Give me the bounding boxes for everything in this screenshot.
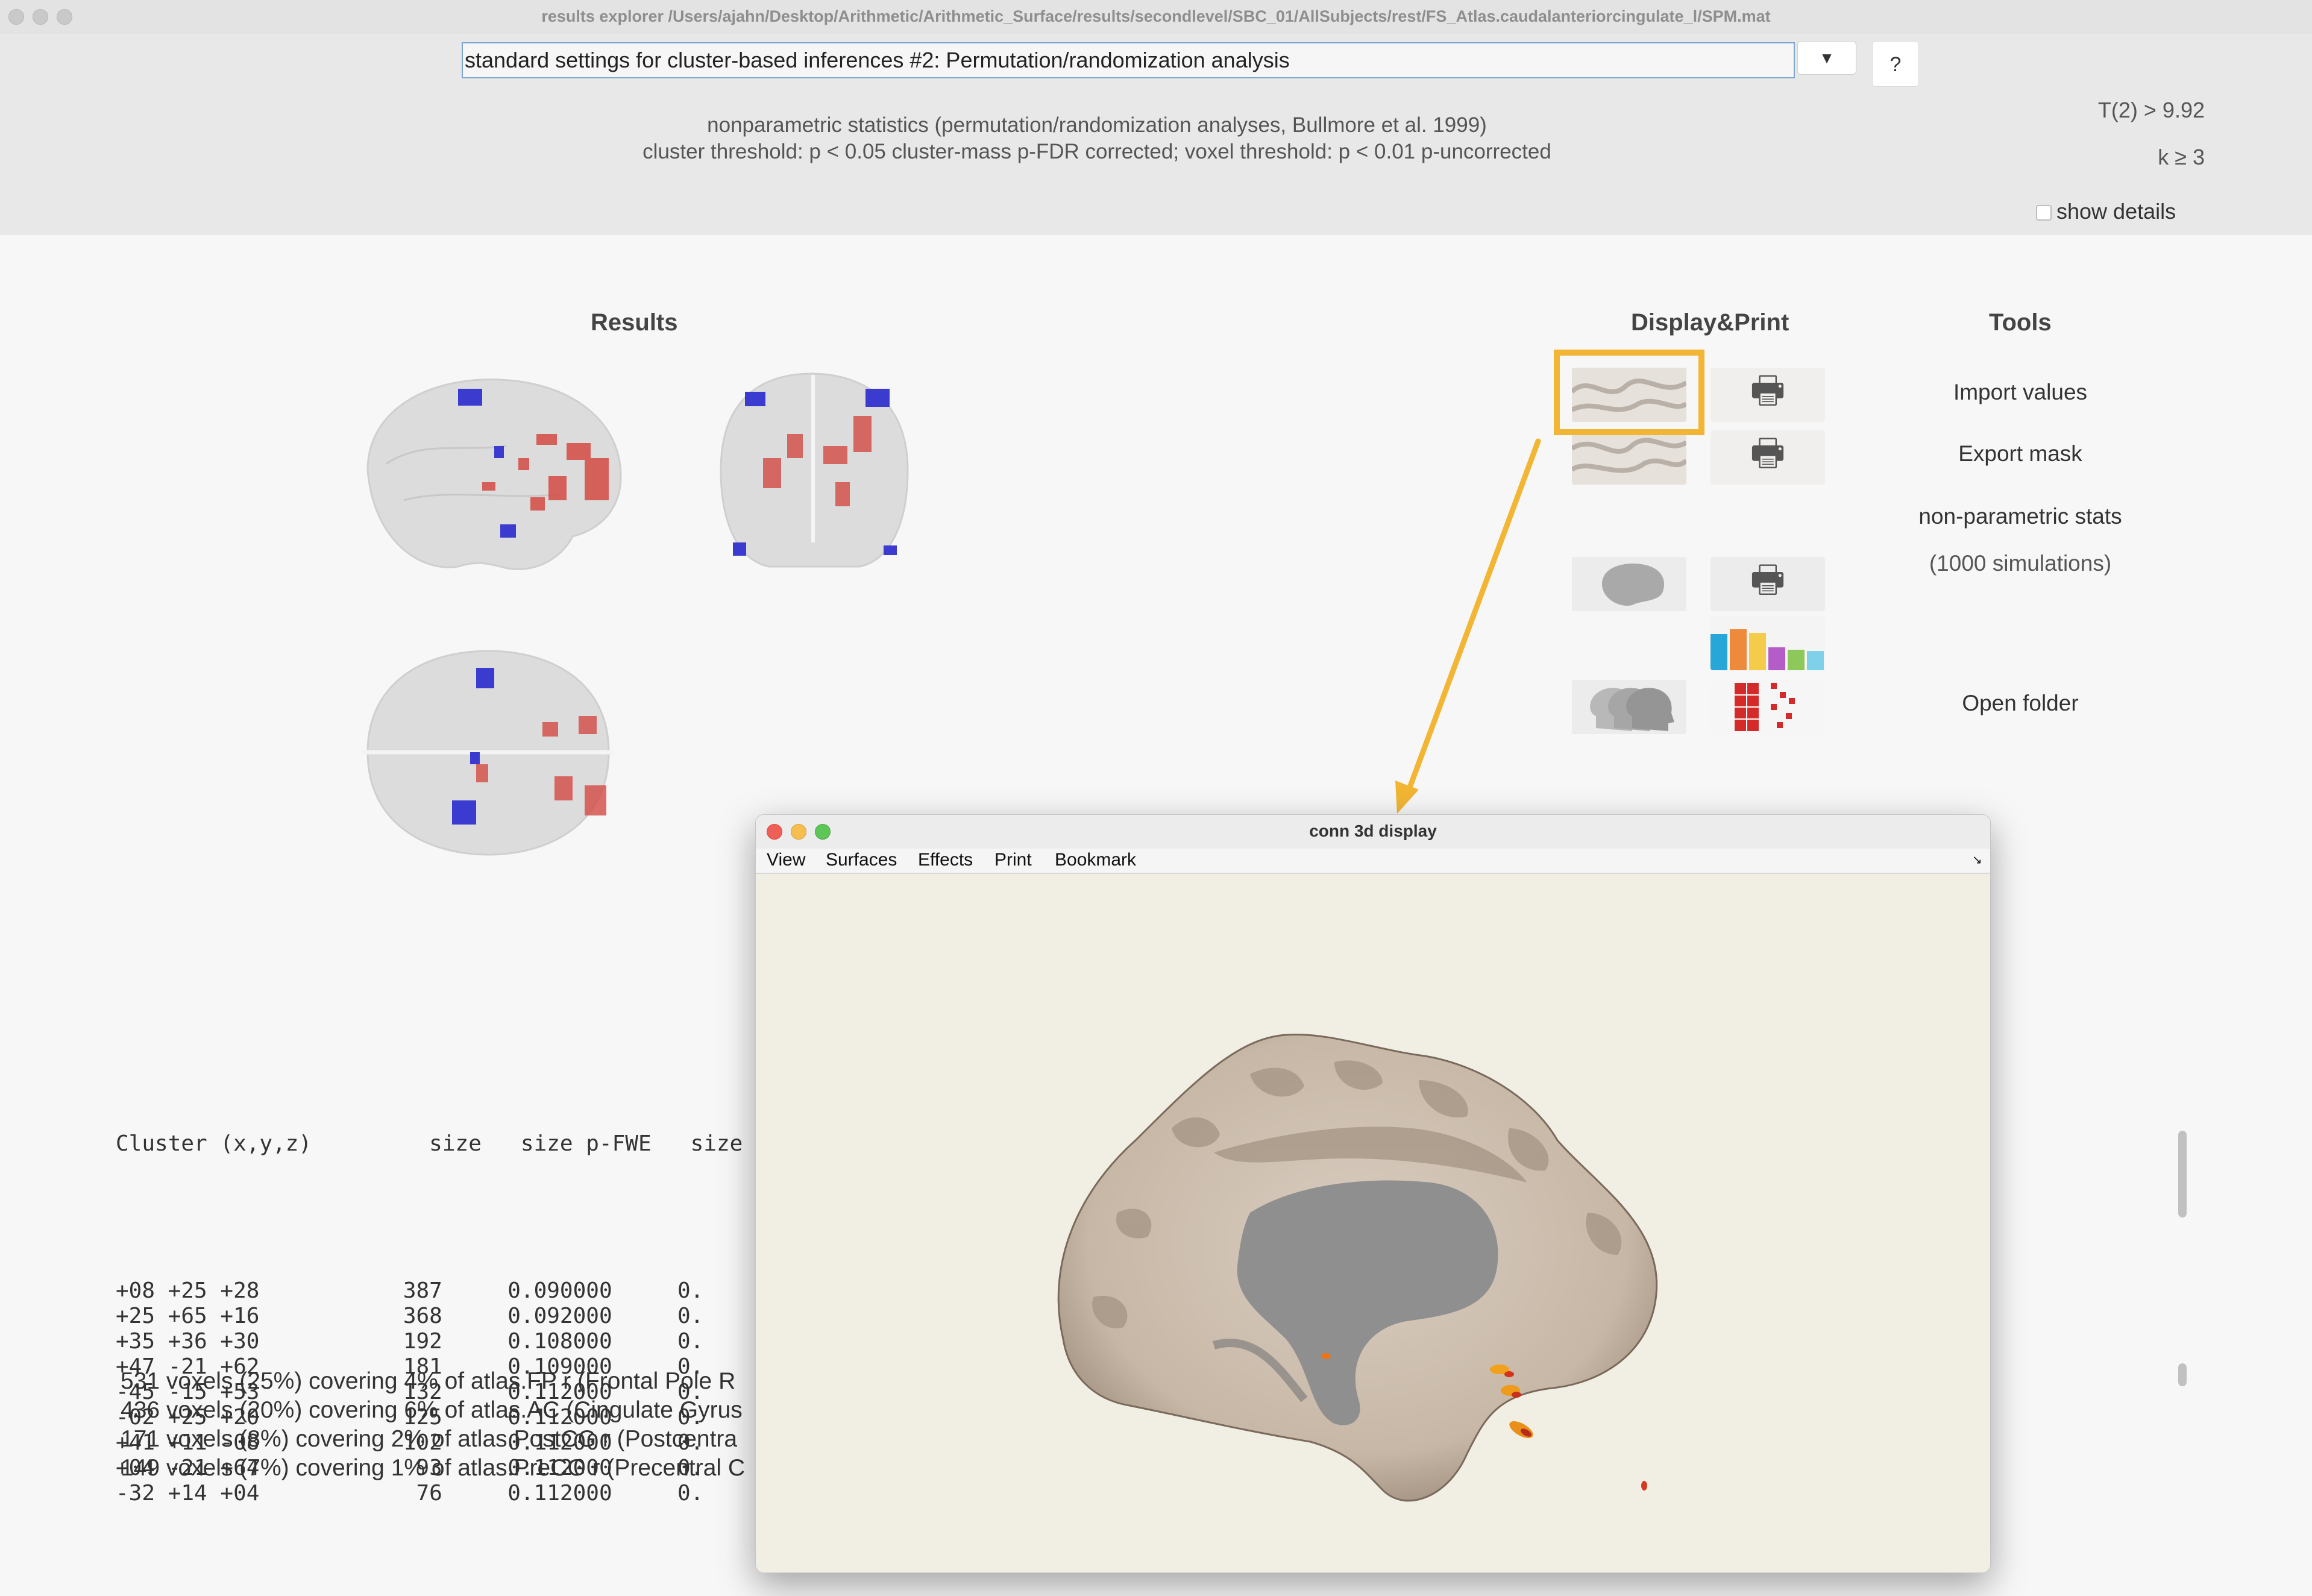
results-title: Results xyxy=(591,309,678,336)
effect-blob xyxy=(1641,1481,1647,1491)
cluster-coordinates: +08 +25 +28 xyxy=(116,1278,260,1303)
coverage-line: 436 voxels (20%) covering 6% of atlas.AC… xyxy=(121,1397,743,1423)
import-values-button[interactable]: Import values xyxy=(1900,380,2141,405)
statistics-description: nonparametric statistics (permutation/ra… xyxy=(707,113,1487,137)
chevron-down-icon: ▼ xyxy=(1819,49,1835,67)
menu-print[interactable]: Print xyxy=(994,850,1032,870)
printer-icon: 🖶 xyxy=(1750,432,1786,474)
menu-view[interactable]: View xyxy=(767,850,805,870)
cluster-p-fwe: 0.112000 xyxy=(507,1481,612,1506)
cluster-coordinates: -32 +14 +04 xyxy=(116,1481,260,1506)
cluster-size: 387 xyxy=(403,1278,442,1303)
analysis-settings-select[interactable]: standard settings for cluster-based infe… xyxy=(462,42,1795,78)
menu-effects[interactable]: Effects xyxy=(918,850,973,870)
resize-corner-icon[interactable]: ↘ xyxy=(1972,852,1982,867)
bar-chart-button[interactable] xyxy=(1710,616,1825,670)
menu-surfaces[interactable]: Surfaces xyxy=(826,850,897,870)
heads-display-button[interactable] xyxy=(1572,680,1686,734)
coverage-line: 149 voxels (7%) covering 1% of atlas.Pre… xyxy=(121,1455,746,1481)
show-details-checkbox[interactable]: show details xyxy=(2036,199,2176,224)
window-3d-titlebar: conn 3d display xyxy=(756,815,1990,849)
glass-brain-button[interactable] xyxy=(1572,557,1686,611)
matrix-icon xyxy=(1735,683,1795,731)
k-threshold: k ≥ 3 xyxy=(2158,145,2205,169)
bar-chart-icon xyxy=(1710,629,1824,670)
cluster-p-fwe: 0.090000 xyxy=(507,1278,612,1303)
conn-3d-window: conn 3d display View Surfaces Effects Pr… xyxy=(755,814,1991,1573)
cluster-p-fwe: 0.092000 xyxy=(507,1304,612,1328)
effect-blob xyxy=(1504,1371,1514,1377)
surface-display-2-button[interactable] xyxy=(1572,430,1686,485)
table-header: Cluster (x,y,z) size size p-FWE size xyxy=(116,1131,743,1156)
brain-coronal-view[interactable] xyxy=(703,362,922,579)
cluster-size-truncated: 0. xyxy=(677,1304,704,1328)
display-print-title: Display&Print xyxy=(1631,309,1789,336)
cluster-size: 192 xyxy=(403,1329,442,1354)
printer-icon: 🖶 xyxy=(1750,369,1786,411)
print-surface-2-button[interactable]: 🖶 xyxy=(1710,430,1825,485)
cluster-coordinates: +35 +36 +30 xyxy=(116,1329,260,1354)
menu-bookmark[interactable]: Bookmark xyxy=(1055,850,1136,870)
checkbox-box[interactable] xyxy=(2036,205,2052,221)
coverage-line: 531 voxels (25%) covering 4% of atlas.FP… xyxy=(121,1368,736,1394)
cluster-size: 368 xyxy=(403,1304,442,1328)
print-surface-button[interactable]: 🖶 xyxy=(1710,368,1825,422)
cluster-p-fwe: 0.108000 xyxy=(507,1329,612,1354)
annotation-arrow xyxy=(1395,438,1541,814)
cluster-size-truncated: 0. xyxy=(677,1481,704,1506)
cluster-coordinates: +25 +65 +16 xyxy=(116,1304,260,1328)
cluster-size-truncated: 0. xyxy=(677,1278,704,1303)
cluster-size: 76 xyxy=(416,1481,442,1506)
brain-surface-icon xyxy=(1572,430,1686,485)
simulations-count: (1000 simulations) xyxy=(1929,551,2112,576)
table-row[interactable]: -32 +14 +04 76 0.112000 0. xyxy=(116,1481,743,1506)
settings-dropdown-button[interactable]: ▼ xyxy=(1797,41,1856,75)
glass-brain-icon xyxy=(1602,563,1665,606)
threshold-description: cluster threshold: p < 0.05 cluster-mass… xyxy=(642,140,1551,163)
tools-title: Tools xyxy=(1989,309,2052,336)
table-row[interactable]: +25 +65 +16 368 0.092000 0. xyxy=(116,1304,743,1329)
effect-blob xyxy=(1512,1392,1521,1398)
table-row[interactable]: +35 +36 +30 192 0.108000 0. xyxy=(116,1329,743,1354)
export-mask-button[interactable]: Export mask xyxy=(1900,441,2141,467)
highlight-box xyxy=(1554,350,1704,435)
menu-bar: View Surfaces Effects Print Bookmark ↘ xyxy=(756,849,1990,874)
window-title: results explorer /Users/ajahn/Desktop/Ar… xyxy=(541,7,1771,25)
printer-icon: 🖶 xyxy=(1750,558,1786,600)
open-folder-button[interactable]: Open folder xyxy=(1900,691,2141,716)
nonparametric-stats-button[interactable]: non-parametric stats xyxy=(1900,504,2141,529)
table-row[interactable]: +08 +25 +28 387 0.090000 0. xyxy=(116,1278,743,1304)
print-glass-brain-button[interactable]: 🖶 xyxy=(1710,557,1825,611)
help-button[interactable]: ? xyxy=(1872,41,1919,87)
brain-axial-view[interactable] xyxy=(350,644,627,861)
t-threshold: T(2) > 9.92 xyxy=(2097,98,2205,122)
coverage-line: 171 voxels (8%) covering 2% of atlas.Pos… xyxy=(121,1426,738,1452)
coverage-scrollbar[interactable] xyxy=(2178,1363,2187,1386)
table-scrollbar[interactable] xyxy=(2178,1131,2187,1217)
show-details-label: show details xyxy=(2056,199,2176,224)
cluster-size-truncated: 0. xyxy=(677,1329,704,1354)
window-titlebar: results explorer /Users/ajahn/Desktop/Ar… xyxy=(0,0,2312,34)
window-3d-title: conn 3d display xyxy=(1309,822,1437,840)
heads-icon xyxy=(1590,688,1674,731)
connectivity-matrix-button[interactable] xyxy=(1710,680,1825,734)
effect-blob xyxy=(1321,1353,1331,1359)
brain-sagittal-view[interactable] xyxy=(350,368,627,579)
medial-surface-render[interactable] xyxy=(756,875,1990,1568)
